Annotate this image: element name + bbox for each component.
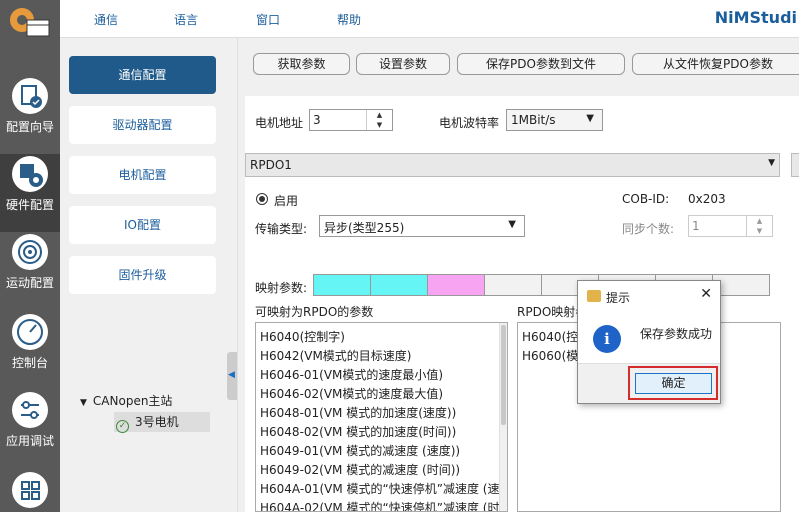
sliders-icon — [12, 392, 48, 428]
nav-driver-config[interactable]: 驱动器配置 — [69, 106, 216, 144]
motion-icon — [12, 234, 48, 270]
scrollbar-thumb[interactable] — [501, 325, 506, 425]
sidebar-label: 控制台 — [11, 356, 48, 370]
main-panel: 获取参数 设置参数 保存PDO参数到文件 从文件恢复PDO参数 电机地址 3 ▲… — [237, 38, 799, 512]
list-item[interactable]: H6040(控制字) — [260, 328, 345, 345]
list-item[interactable]: H604A-01(VM 模式的“快速停机”减速度 (速 — [260, 480, 499, 497]
expand-triangle-icon[interactable]: ▼ — [80, 398, 87, 408]
wizard-icon — [12, 78, 48, 114]
mappable-params-list[interactable]: H6040(控制字) H6042(VM模式的目标速度) H6046-01(VM模… — [255, 322, 508, 512]
restore-pdo-button[interactable]: 从文件恢复PDO参数 — [632, 53, 799, 75]
check-circle-icon: ✓ — [116, 420, 129, 433]
tree-root-label: CANopen主站 — [92, 394, 173, 408]
info-icon: i — [593, 325, 621, 353]
mapping-cell[interactable] — [427, 274, 485, 296]
sidebar-item-motion[interactable]: 运动配置 — [0, 232, 60, 310]
list-item[interactable]: H6048-02(VM 模式的加速度(时间)) — [260, 423, 456, 440]
stepper-arrows-icon[interactable]: ▲ ▼ — [366, 110, 392, 130]
sidebar-item-hardware[interactable]: 硬件配置 — [0, 154, 60, 232]
transmission-type-select[interactable]: 异步(类型255) ▼ — [319, 215, 525, 237]
dialog-title: 提示 — [606, 291, 631, 305]
tree-item-motor[interactable]: ✓ 3号电机 — [114, 412, 210, 433]
tpdo-select-edge[interactable] — [791, 153, 799, 177]
chevron-left-icon: ◀ — [228, 370, 235, 380]
nav-comm-config[interactable]: 通信配置 — [69, 56, 216, 94]
save-pdo-button[interactable]: 保存PDO参数到文件 — [457, 53, 625, 75]
gauge-icon — [12, 314, 48, 350]
motor-address-stepper[interactable]: 3 ▲ ▼ — [309, 109, 393, 131]
sidebar-item-debug[interactable]: 应用调试 — [0, 390, 60, 468]
get-params-button[interactable]: 获取参数 — [253, 53, 350, 75]
sync-count-label: 同步个数: — [622, 222, 675, 236]
list-item[interactable]: H6049-01(VM 模式的减速度 (速度)) — [260, 442, 460, 459]
message-dialog: 提示 ✕ i 保存参数成功 确定 — [577, 280, 721, 404]
brand-logo: NiMStudi — [714, 8, 797, 27]
hardware-icon — [12, 156, 48, 192]
list-item[interactable]: H6048-01(VM 模式的加速度(速度)) — [260, 404, 456, 421]
sidebar-item-more[interactable] — [0, 470, 60, 512]
sync-count-stepper[interactable]: 1 ▲ ▼ — [688, 215, 773, 237]
menu-comm[interactable]: 通信 — [94, 11, 118, 28]
set-params-button[interactable]: 设置参数 — [356, 53, 450, 75]
nav-firmware-upgrade[interactable]: 固件升级 — [69, 256, 216, 294]
baud-rate-select[interactable]: 1MBit/s ▼ — [506, 109, 603, 131]
menu-language[interactable]: 语言 — [174, 11, 198, 28]
list-item[interactable]: H6042(VM模式的目标速度) — [260, 347, 412, 364]
motor-address-label: 电机地址 — [255, 116, 304, 130]
config-nav: 通信配置 驱动器配置 电机配置 IO配置 固件升级 — [60, 38, 227, 512]
nav-io-config[interactable]: IO配置 — [69, 206, 216, 244]
list-scrollbar[interactable] — [499, 323, 507, 511]
top-menu-bar: 通信 语言 窗口 帮助 NiMStudi — [60, 0, 799, 38]
list-item[interactable]: H6049-02(VM 模式的减速度 (时间)) — [260, 461, 460, 478]
tree-child-label: 3号电机 — [135, 415, 179, 429]
sidebar-label: 配置向导 — [5, 120, 54, 134]
mapping-cell[interactable] — [484, 274, 542, 296]
mapping-cell[interactable] — [370, 274, 428, 296]
left-sidebar: 配置向导 硬件配置 运动配置 控制台 应用调试 — [0, 0, 60, 512]
sidebar-label: 硬件配置 — [5, 198, 54, 212]
mappable-list-title: 可映射为RPDO的参数 — [255, 305, 374, 319]
stepper-arrows-icon[interactable]: ▲ ▼ — [746, 216, 772, 236]
list-item[interactable]: H6046-01(VM模式的速度最小值) — [260, 366, 443, 383]
ok-button[interactable]: 确定 — [635, 373, 712, 394]
cobid-label: COB-ID: — [622, 192, 670, 206]
dropdown-arrow-icon: ▼ — [768, 158, 775, 168]
menu-help[interactable]: 帮助 — [337, 11, 361, 28]
enable-label: 启用 — [274, 194, 299, 208]
collapse-panel-handle[interactable]: ◀ — [227, 352, 237, 400]
mapping-params-label: 映射参数: — [255, 281, 308, 295]
list-item[interactable]: H604A-02(VM 模式的“快速停机”减速度 (时 — [260, 499, 499, 511]
list-item[interactable]: H6046-02(VM模式的速度最大值) — [260, 385, 443, 402]
sidebar-label: 运动配置 — [5, 276, 54, 290]
menu-window[interactable]: 窗口 — [256, 11, 280, 28]
dialog-footer: 确定 — [578, 363, 720, 403]
enable-radio[interactable] — [256, 193, 268, 205]
grid-icon — [12, 472, 48, 508]
nav-motor-config[interactable]: 电机配置 — [69, 156, 216, 194]
transmission-type-label: 传输类型: — [255, 222, 308, 236]
tree-root-canopen[interactable]: ▼ CANopen主站 — [80, 392, 172, 409]
highlight-frame: 确定 — [628, 366, 718, 400]
baud-rate-label: 电机波特率 — [439, 116, 500, 130]
sidebar-label: 应用调试 — [5, 434, 54, 448]
close-icon[interactable]: ✕ — [700, 286, 712, 302]
dropdown-arrow-icon: ▼ — [508, 219, 516, 230]
app-logo — [0, 0, 60, 38]
dropdown-arrow-icon: ▼ — [586, 113, 594, 124]
sidebar-item-wizard[interactable]: 配置向导 — [0, 76, 60, 154]
sidebar-item-console[interactable]: 控制台 — [0, 312, 60, 390]
rpdo-select[interactable]: RPDO1 ▼ — [245, 153, 780, 177]
mapping-cell[interactable] — [313, 274, 371, 296]
app-logo-icon — [10, 8, 50, 37]
cobid-value: 0x203 — [688, 192, 726, 206]
dialog-message: 保存参数成功 — [640, 327, 713, 341]
app-small-icon — [587, 290, 601, 302]
